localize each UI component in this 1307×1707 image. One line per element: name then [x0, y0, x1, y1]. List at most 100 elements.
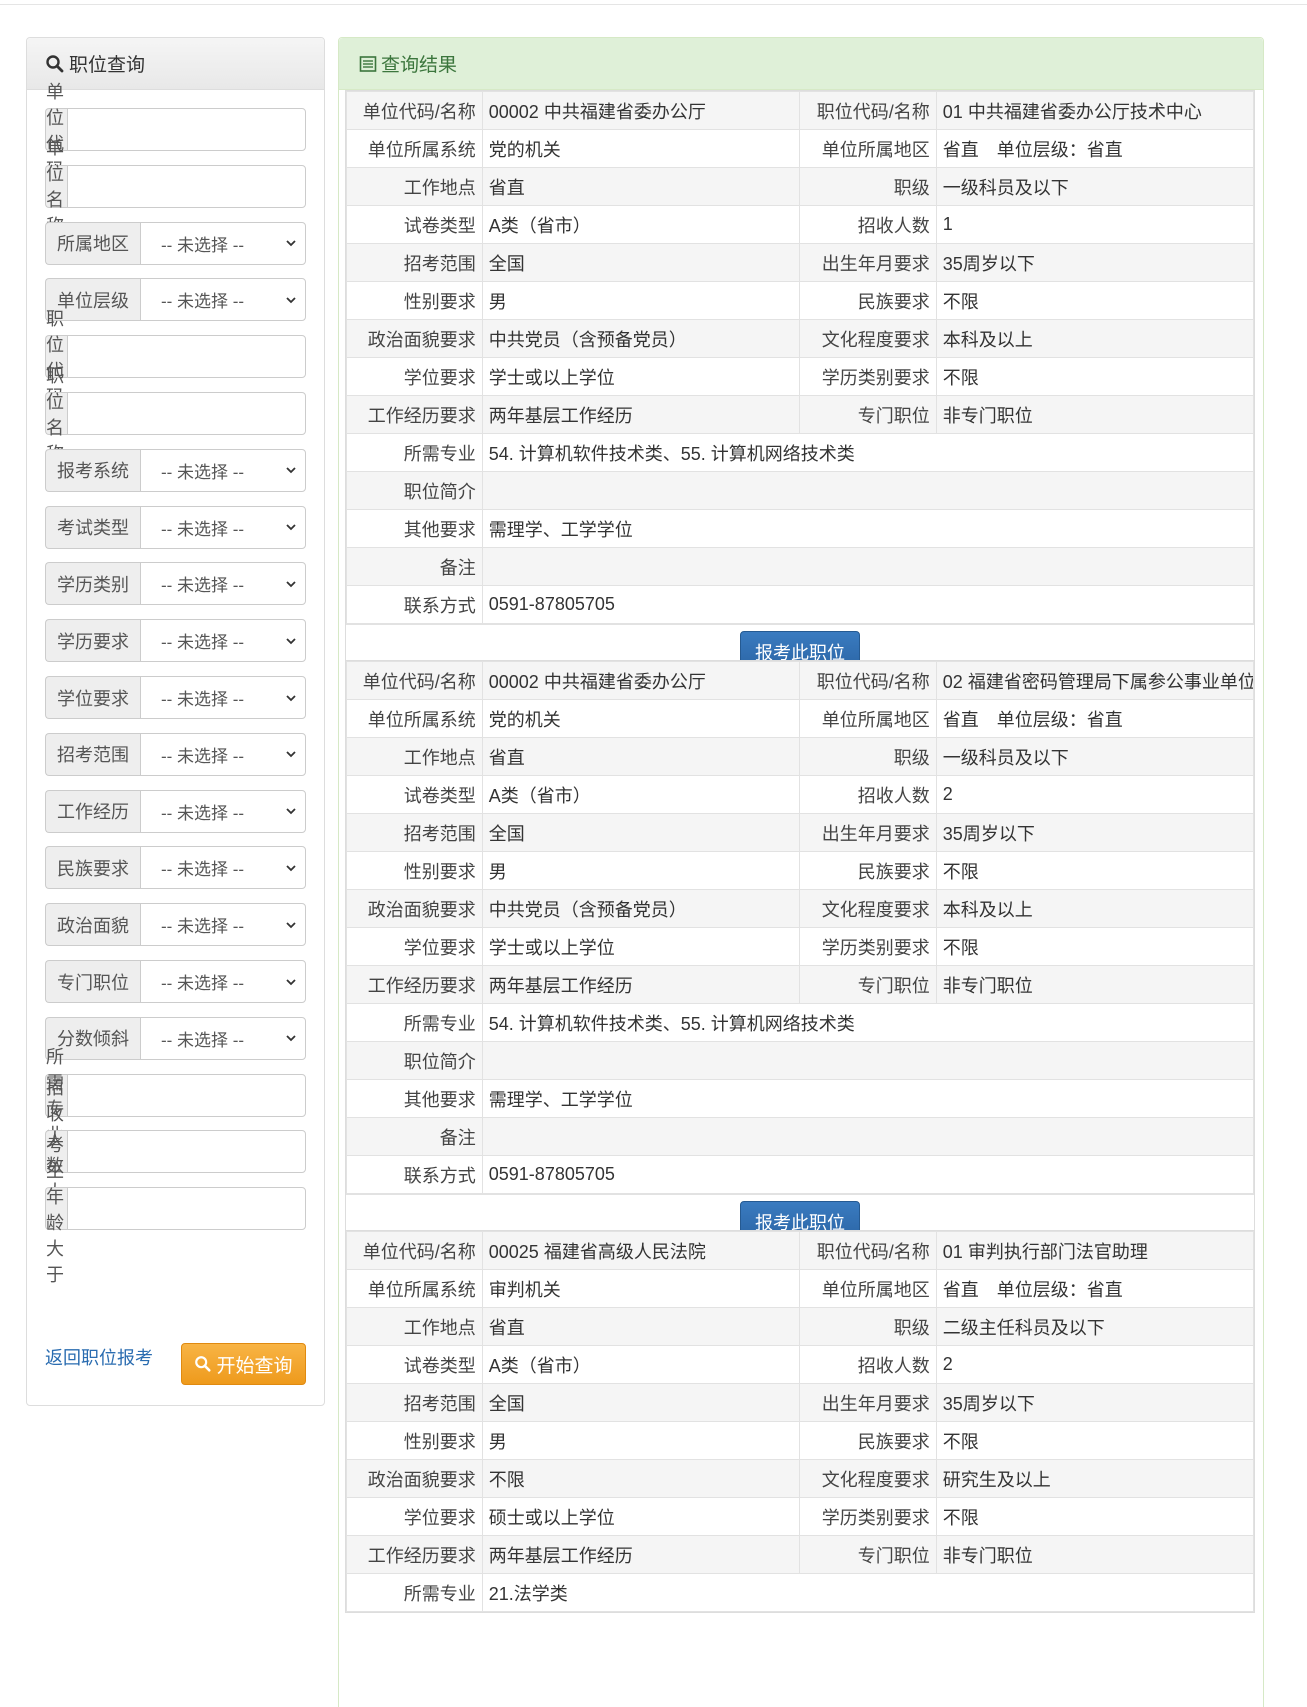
start-search-label: 开始查询: [216, 1355, 293, 1377]
field-value: 省直 单位层级：省直: [935, 129, 1255, 168]
field-key: 工作地点: [346, 1307, 483, 1346]
field-label: 学历要求: [45, 619, 140, 663]
filter-input[interactable]: [67, 392, 306, 435]
field-value: 01 审判执行部门法官助理: [935, 1231, 1255, 1270]
field-key: 专门职位: [798, 1535, 937, 1574]
field-key: 招考范围: [346, 1383, 483, 1422]
filter-select[interactable]: -- 未选择 --: [140, 960, 306, 1003]
field-label: 考生年龄大于: [45, 1135, 67, 1285]
field-key: 试卷类型: [346, 1345, 483, 1384]
field-value: 35周岁以下: [935, 813, 1255, 852]
filter-select[interactable]: -- 未选择 --: [140, 448, 306, 492]
field-key: 所需专业: [346, 1003, 483, 1042]
field-value: 省直: [481, 1307, 800, 1346]
filter-input[interactable]: [67, 108, 306, 151]
form-row: 单位名称: [45, 138, 306, 236]
field-key: 招收人数: [798, 205, 937, 244]
filter-select[interactable]: -- 未选择 --: [140, 846, 306, 890]
field-value: 两年基层工作经历: [481, 965, 800, 1004]
chevron-down-icon: [286, 922, 296, 928]
field-key: 单位代码/名称: [346, 91, 483, 130]
field-value: 全国: [481, 243, 800, 282]
field-value: 35周岁以下: [935, 1383, 1255, 1422]
field-value: A类（省市）: [481, 205, 800, 244]
field-key: 其他要求: [346, 509, 483, 548]
field-key: 政治面貌要求: [346, 1459, 483, 1498]
search-panel-header: 职位查询: [27, 38, 324, 90]
field-value: 54. 计算机软件技术类、55. 计算机网络技术类: [481, 433, 1255, 472]
field-value: 男: [481, 851, 800, 890]
filter-select[interactable]: -- 未选择 --: [140, 732, 306, 776]
chevron-down-icon: [286, 808, 296, 815]
filter-input[interactable]: [67, 1073, 306, 1117]
field-key: 职位简介: [346, 471, 483, 510]
field-key: 民族要求: [798, 281, 937, 320]
filter-select[interactable]: -- 未选择 --: [140, 619, 306, 663]
field-key: 单位所属系统: [346, 699, 483, 738]
field-key: 工作经历要求: [346, 965, 483, 1004]
back-to-apply-link[interactable]: 返回职位报考: [45, 1344, 153, 1370]
filter-input[interactable]: [67, 335, 306, 379]
field-value: 0591-87805705: [481, 1155, 1255, 1194]
form-row: 报考系统 -- 未选择 --: [45, 448, 306, 492]
form-row: 学历类别 -- 未选择 --: [45, 562, 306, 606]
table-row: 政治面貌要求 中共党员（含预备党员） 文化程度要求 本科及以上: [346, 889, 1255, 928]
field-value: 本科及以上: [935, 889, 1255, 928]
field-value: 省直 单位层级：省直: [935, 699, 1255, 738]
field-key: 出生年月要求: [798, 813, 937, 852]
field-value: 需理学、工学学位: [481, 509, 1255, 548]
table-row: 职位简介: [346, 1041, 1255, 1080]
table-row: 工作经历要求 两年基层工作经历 专门职位 非专门职位: [346, 965, 1255, 1004]
field-key: 单位代码/名称: [346, 1231, 483, 1270]
filter-select[interactable]: -- 未选择 --: [140, 278, 306, 322]
table-row: 单位代码/名称 00002 中共福建省委办公厅 职位代码/名称 01 中共福建省委办公…: [346, 91, 1255, 130]
filter-input[interactable]: [67, 1130, 306, 1174]
form-row: 工作经历 -- 未选择 --: [45, 789, 306, 833]
field-key: 政治面貌要求: [346, 889, 483, 928]
field-key: 文化程度要求: [798, 319, 937, 358]
field-key: 试卷类型: [346, 775, 483, 814]
table-row: 招考范围 全国 出生年月要求 35周岁以下: [346, 813, 1255, 852]
table-row: 性别要求男民族要求 不限: [346, 851, 1255, 890]
filter-select[interactable]: -- 未选择 --: [140, 676, 306, 719]
field-key: 文化程度要求: [798, 1459, 937, 1498]
field-key: 联系方式: [346, 585, 483, 624]
filter-select[interactable]: -- 未选择 --: [140, 1016, 306, 1060]
table-row: 性别要求男民族要求 不限: [346, 1421, 1255, 1460]
field-value: 党的机关: [481, 129, 800, 168]
table-row: 性别要求男民族要求 不限: [346, 281, 1255, 320]
filter-select[interactable]: -- 未选择 --: [140, 789, 306, 833]
field-value: 党的机关: [481, 699, 800, 738]
filter-input[interactable]: [67, 1187, 306, 1231]
field-key: 性别要求: [346, 281, 483, 320]
filter-input[interactable]: [67, 164, 306, 208]
field-label: 职位名称: [45, 366, 67, 464]
field-key: 单位代码/名称: [346, 661, 483, 700]
filter-select[interactable]: -- 未选择 --: [140, 505, 306, 549]
field-key: 所需专业: [346, 433, 483, 472]
form-row: 民族要求 -- 未选择 --: [45, 846, 306, 890]
field-value: 两年基层工作经历: [481, 1535, 800, 1574]
table-row: 职位简介: [346, 471, 1255, 510]
table-row: 政治面貌要求 中共党员（含预备党员） 文化程度要求 本科及以上: [346, 319, 1255, 358]
field-key: 学历类别要求: [798, 927, 937, 966]
start-search-button[interactable]: 开始查询: [181, 1343, 306, 1385]
select-value: -- 未选择 --: [161, 690, 245, 709]
field-value: 审判机关: [481, 1269, 800, 1308]
field-value: 非专门职位: [935, 965, 1255, 1004]
field-key: 性别要求: [346, 1421, 483, 1460]
list-icon: [359, 55, 377, 72]
field-value: 省直: [481, 167, 800, 206]
filter-select[interactable]: -- 未选择 --: [140, 903, 306, 947]
table-row: 工作经历要求 两年基层工作经历 专门职位 非专门职位: [346, 1535, 1255, 1574]
field-key: 工作地点: [346, 167, 483, 206]
filter-select[interactable]: -- 未选择 --: [140, 221, 306, 265]
field-value: 研究生及以上: [935, 1459, 1255, 1498]
field-key: 招考范围: [346, 243, 483, 282]
filter-select[interactable]: -- 未选择 --: [140, 562, 306, 606]
table-row: 工作经历要求 两年基层工作经历 专门职位 非专门职位: [346, 395, 1255, 434]
table-row: 单位所属系统 党的机关 单位所属地区 省直 单位层级：省直: [346, 699, 1255, 738]
chevron-down-icon: [286, 694, 296, 701]
field-value: 硕士或以上学位: [481, 1497, 800, 1536]
field-key: 职级: [798, 1307, 937, 1346]
